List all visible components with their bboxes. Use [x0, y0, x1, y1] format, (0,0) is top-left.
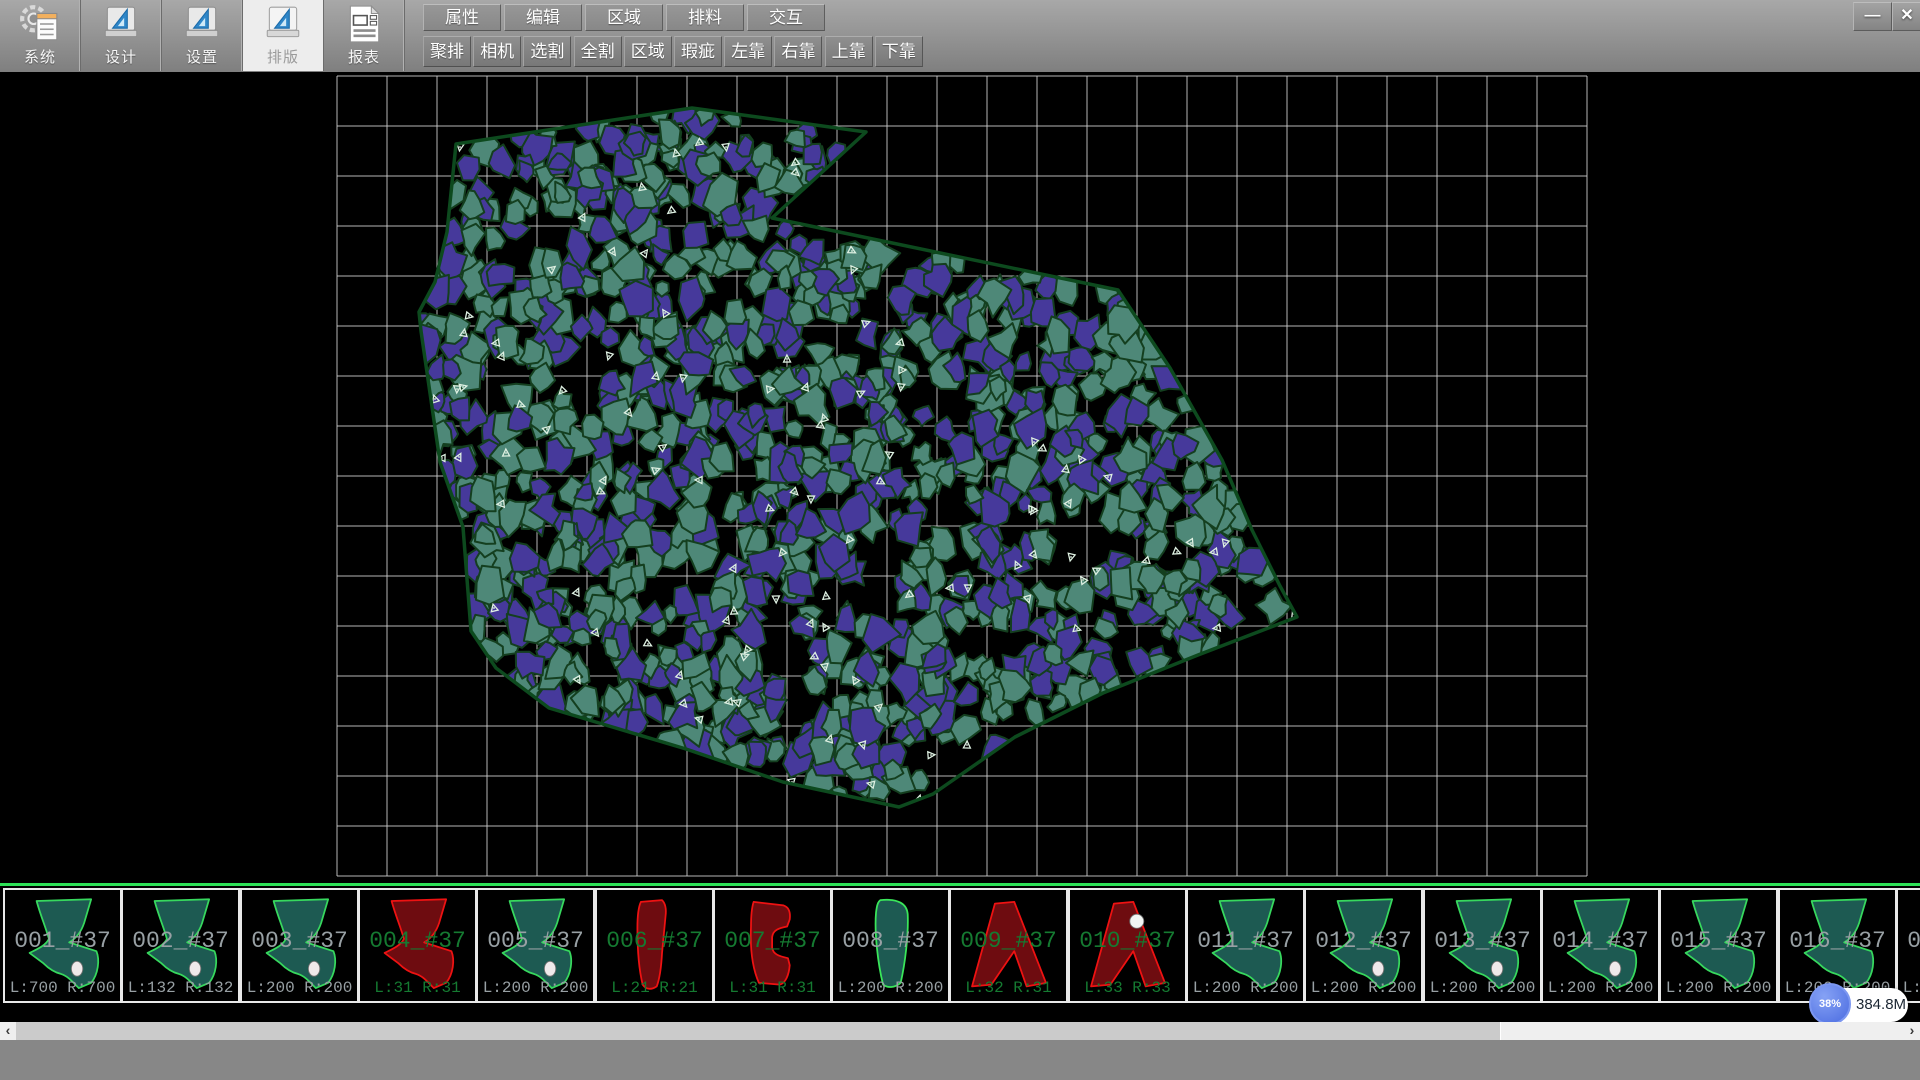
- part-shape: [1794, 893, 1882, 997]
- part-thumbnail[interactable]: 014_#37L:200 R:200: [1541, 888, 1660, 1003]
- menu-tab[interactable]: 区域: [585, 4, 663, 31]
- part-shape: [256, 893, 344, 997]
- menu-tab[interactable]: 属性: [423, 4, 501, 31]
- part-thumbnail[interactable]: 007_#37L:31 R:31: [713, 888, 832, 1003]
- parts-strip: 001_#37L:700 R:700002_#37L:132 R:132003_…: [0, 883, 1920, 1022]
- part-shape: [1202, 893, 1290, 997]
- memory-value: 384.8M: [1856, 988, 1906, 1022]
- part-thumbnail[interactable]: 001_#37L:700 R:700: [3, 888, 122, 1003]
- part-shape: [1439, 893, 1527, 997]
- part-thumbnail[interactable]: 005_#37L:200 R:200: [476, 888, 595, 1003]
- system-icon: [19, 3, 61, 45]
- part-shape: [19, 893, 107, 997]
- design-icon: [100, 3, 142, 45]
- part-shape: [1084, 893, 1172, 997]
- part-shape: [847, 893, 935, 997]
- tool-button[interactable]: 聚排: [423, 36, 471, 67]
- layout-icon: [262, 3, 304, 45]
- tool-button[interactable]: 全割: [574, 36, 622, 67]
- part-thumbnail[interactable]: 009_#37L:32 R:31: [949, 888, 1068, 1003]
- part-thumbnail[interactable]: 006_#37L:21 R:21: [595, 888, 714, 1003]
- status-bar: [0, 1040, 1920, 1080]
- part-shape: [1675, 893, 1763, 997]
- close-button[interactable]: ✕: [1892, 2, 1920, 31]
- part-shape: [1912, 893, 1920, 997]
- report-icon: [343, 3, 385, 45]
- part-thumbnail[interactable]: 017_#37L:200 R:200: [1896, 888, 1920, 1003]
- part-shape: [965, 893, 1053, 997]
- scroll-right-arrow-icon[interactable]: ›: [1904, 1022, 1920, 1040]
- mode-button-report[interactable]: 报表: [324, 0, 405, 71]
- application-window: 系统设计设置排版报表 属性编辑区域排料交互 聚排相机选割全割区域瑕疵左靠右靠上靠…: [0, 0, 1920, 1080]
- minimize-button[interactable]: —: [1853, 2, 1892, 31]
- menu-tab[interactable]: 交互: [747, 4, 825, 31]
- part-thumbnail[interactable]: 004_#37L:31 R:31: [358, 888, 477, 1003]
- mode-button-layout[interactable]: 排版: [243, 0, 324, 71]
- mode-button-label: 报表: [324, 46, 404, 67]
- strip-top-border: [0, 883, 1920, 886]
- memory-badge[interactable]: 38% 384.8M: [1812, 988, 1908, 1022]
- tool-button[interactable]: 区域: [624, 36, 672, 67]
- nest-drawing: [0, 72, 1920, 883]
- nesting-canvas[interactable]: [0, 72, 1920, 883]
- tool-button[interactable]: 左靠: [724, 36, 772, 67]
- part-thumbnail[interactable]: 008_#37L:200 R:200: [831, 888, 950, 1003]
- part-thumbnail[interactable]: 002_#37L:132 R:132: [121, 888, 240, 1003]
- part-shape: [374, 893, 462, 997]
- tool-button[interactable]: 瑕疵: [674, 36, 722, 67]
- tool-button[interactable]: 右靠: [774, 36, 822, 67]
- tool-button[interactable]: 下靠: [875, 36, 923, 67]
- mode-button-system[interactable]: 系统: [0, 0, 81, 71]
- mode-button-label: 设置: [162, 46, 242, 67]
- mode-button-label: 排版: [243, 46, 323, 67]
- menu-tab[interactable]: 排料: [666, 4, 744, 31]
- horizontal-scrollbar[interactable]: ‹ ›: [0, 1022, 1920, 1040]
- part-shape: [1557, 893, 1645, 997]
- part-thumbnail[interactable]: 015_#37L:200 R:200: [1659, 888, 1778, 1003]
- part-shape: [611, 893, 699, 997]
- part-thumbnail[interactable]: 011_#37L:200 R:200: [1186, 888, 1305, 1003]
- tool-button[interactable]: 相机: [473, 36, 521, 67]
- part-shape: [1320, 893, 1408, 997]
- mode-button-settings[interactable]: 设置: [162, 0, 243, 71]
- part-shape: [137, 893, 225, 997]
- settings-icon: [181, 3, 223, 45]
- percent-indicator: 38%: [1809, 983, 1851, 1025]
- tool-button[interactable]: 选割: [523, 36, 571, 67]
- tool-button[interactable]: 上靠: [825, 36, 873, 67]
- mode-button-design[interactable]: 设计: [81, 0, 162, 71]
- part-thumbnail[interactable]: 010_#37L:33 R:33: [1068, 888, 1187, 1003]
- part-thumbnail[interactable]: 003_#37L:200 R:200: [240, 888, 359, 1003]
- part-shape: [492, 893, 580, 997]
- mode-button-label: 系统: [0, 46, 80, 67]
- part-shape: [729, 893, 817, 997]
- menu-tab[interactable]: 编辑: [504, 4, 582, 31]
- scroll-left-arrow-icon[interactable]: ‹: [0, 1022, 16, 1040]
- toolbar: 系统设计设置排版报表 属性编辑区域排料交互 聚排相机选割全割区域瑕疵左靠右靠上靠…: [0, 0, 1920, 73]
- part-thumbnail[interactable]: 013_#37L:200 R:200: [1423, 888, 1542, 1003]
- mode-button-label: 设计: [81, 46, 161, 67]
- part-thumbnail[interactable]: 012_#37L:200 R:200: [1304, 888, 1423, 1003]
- scrollbar-thumb[interactable]: [16, 1022, 1501, 1040]
